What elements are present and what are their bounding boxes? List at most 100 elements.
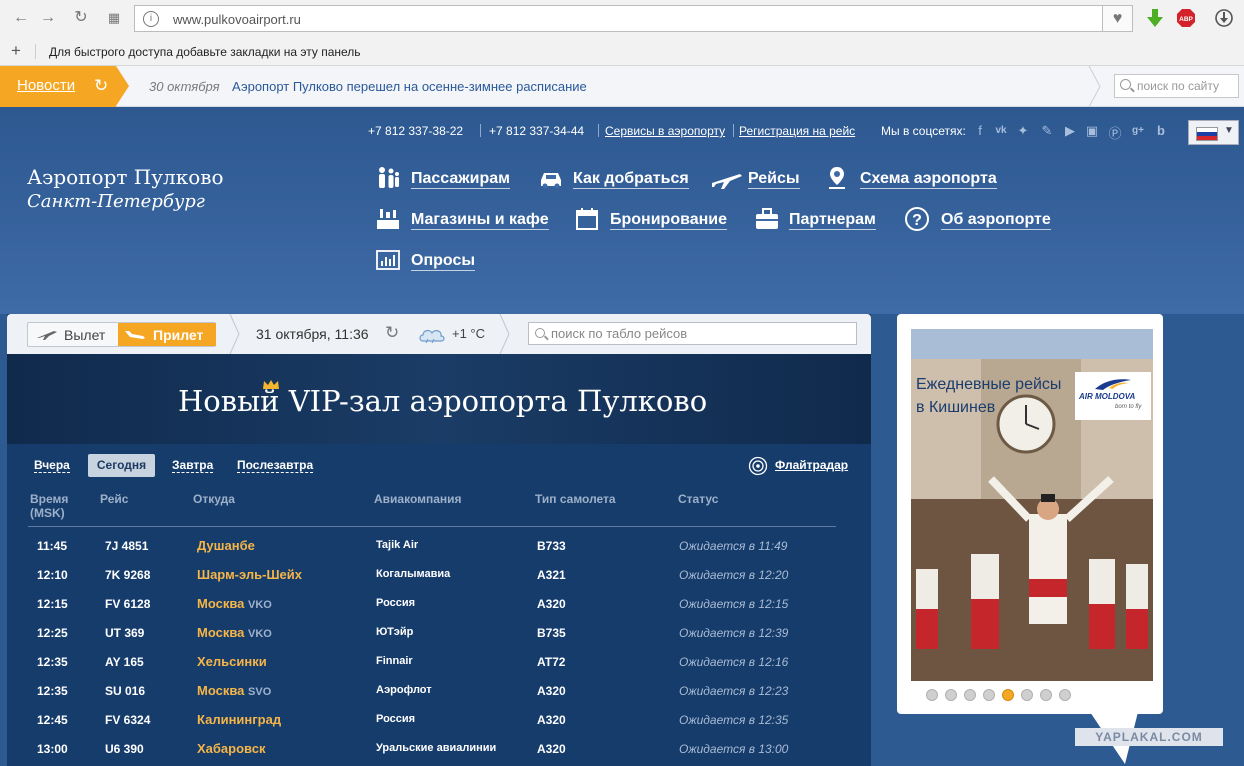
address-bar[interactable]: i www.pulkovoairport.ru	[134, 5, 1103, 32]
table-row[interactable]: 12:10 7K 9268 Шарм-эль-Шейх Когалымавиа …	[7, 567, 871, 597]
city-name[interactable]: Хабаровск	[197, 741, 265, 756]
adblock-icon[interactable]: ABP	[1176, 8, 1196, 28]
tab-label[interactable]: Вчера	[34, 458, 70, 473]
tab-day-after-tomorrow[interactable]: Послезавтра	[237, 458, 314, 473]
logo-city[interactable]: Санкт-Петербург	[27, 191, 205, 212]
flight-number[interactable]: UT 369	[105, 626, 144, 640]
flightradar-label[interactable]: Флайтрадар	[775, 458, 848, 472]
slide-dot-active[interactable]	[1002, 689, 1014, 701]
news-label[interactable]: Новости	[17, 77, 75, 94]
ad-caption-line1[interactable]: Ежедневные рейсы	[916, 373, 1061, 396]
heart-bookmark-icon[interactable]: ♥	[1103, 5, 1133, 32]
download-arrow-icon[interactable]	[1145, 8, 1165, 28]
table-row[interactable]: 12:45 FV 6324 Калининград Россия A320 Ож…	[7, 712, 871, 742]
table-row[interactable]: 13:00 U6 390 Хабаровск Уральские авиалин…	[7, 741, 871, 766]
city-name[interactable]: Москва	[197, 683, 244, 698]
table-row[interactable]: 12:25 UT 369 Москва VKO ЮТэйр B735 Ожида…	[7, 625, 871, 655]
flight-city[interactable]: Москва VKO	[197, 596, 272, 611]
facebook-icon[interactable]: f	[972, 123, 988, 138]
flight-number[interactable]: U6 390	[105, 742, 144, 756]
menu-label[interactable]: Рейсы	[748, 170, 800, 189]
slide-dot[interactable]	[964, 689, 976, 701]
reload-icon[interactable]: ↻	[71, 8, 91, 28]
arrivals-tab[interactable]: Прилет	[118, 323, 216, 346]
departures-label[interactable]: Вылет	[64, 327, 105, 343]
flight-city[interactable]: Калининград	[197, 712, 281, 727]
menu-label[interactable]: Как добраться	[573, 170, 689, 189]
flight-city[interactable]: Москва SVO	[197, 683, 271, 698]
news-headline-link[interactable]: Аэропорт Пулково перешел на осенне-зимне…	[232, 79, 587, 94]
flight-search-input[interactable]: поиск по табло рейсов	[528, 322, 857, 345]
flight-number[interactable]: SU 016	[105, 684, 145, 698]
tab-yesterday[interactable]: Вчера	[34, 458, 70, 473]
city-name[interactable]: Хельсинки	[197, 654, 267, 669]
table-row[interactable]: 12:35 AY 165 Хельсинки Finnair AT72 Ожид…	[7, 654, 871, 684]
flight-city[interactable]: Душанбе	[197, 538, 255, 553]
menu-label[interactable]: Схема аэропорта	[860, 170, 997, 189]
vk-icon[interactable]: vk	[993, 125, 1009, 136]
tab-label[interactable]: Послезавтра	[237, 458, 314, 473]
flight-city[interactable]: Хельсинки	[197, 654, 267, 669]
menu-label[interactable]: Опросы	[411, 252, 476, 271]
table-row[interactable]: 11:45 7J 4851 Душанбе Tajik Air B733 Ожи…	[7, 538, 871, 568]
city-name[interactable]: Душанбе	[197, 538, 255, 553]
slide-dot[interactable]	[983, 689, 995, 701]
arrivals-label[interactable]: Прилет	[153, 327, 203, 343]
menu-label[interactable]: Магазины и кафе	[411, 211, 549, 230]
slide-dot[interactable]	[1059, 689, 1071, 701]
city-name[interactable]: Шарм-эль-Шейх	[197, 567, 302, 582]
menu-label[interactable]: Бронирование	[610, 211, 728, 230]
slide-dot[interactable]	[1040, 689, 1052, 701]
registration-link[interactable]: Регистрация на рейс	[739, 124, 855, 138]
flight-number[interactable]: FV 6324	[105, 713, 150, 727]
slide-dot[interactable]	[945, 689, 957, 701]
googleplus-icon[interactable]: g+	[1130, 125, 1146, 136]
slide-dot[interactable]	[926, 689, 938, 701]
flight-number[interactable]: FV 6128	[105, 597, 150, 611]
back-arrow-icon[interactable]: ←	[11, 8, 31, 28]
flight-city[interactable]: Шарм-эль-Шейх	[197, 567, 302, 582]
menu-label[interactable]: Пассажирам	[411, 170, 510, 189]
ad-caption[interactable]: Ежедневные рейсы в Кишинев	[916, 373, 1061, 419]
add-bookmark-icon[interactable]: +	[11, 41, 21, 61]
site-search-input[interactable]: поиск по сайту	[1114, 74, 1239, 98]
flight-city[interactable]: Хабаровск	[197, 741, 265, 756]
menu-label[interactable]: Партнерам	[789, 211, 876, 230]
url-text[interactable]: www.pulkovoairport.ru	[173, 12, 301, 27]
youtube-icon[interactable]: ▶	[1062, 123, 1078, 139]
flight-number[interactable]: AY 165	[105, 655, 144, 669]
city-name[interactable]: Москва	[197, 596, 244, 611]
pinterest-icon[interactable]: Ⓟ	[1107, 123, 1123, 142]
site-info-icon[interactable]: i	[143, 11, 159, 27]
flight-time: 12:10	[37, 568, 68, 582]
ad-caption-line2[interactable]: в Кишинев	[916, 396, 1061, 419]
flight-number[interactable]: 7J 4851	[105, 539, 148, 553]
save-page-icon[interactable]	[1214, 8, 1234, 28]
news-tab[interactable]: Новости ↻	[0, 66, 129, 107]
instagram-icon[interactable]: ▣	[1084, 123, 1100, 139]
twitter-icon[interactable]: ✦	[1015, 123, 1031, 139]
services-link[interactable]: Сервисы в аэропорту	[605, 124, 725, 138]
departures-tab[interactable]: Вылет	[28, 323, 118, 346]
slide-dot[interactable]	[1021, 689, 1033, 701]
refresh-icon[interactable]: ↻	[94, 76, 108, 96]
banner-title[interactable]: Новый VIP-зал аэропорта Пулково	[178, 384, 707, 418]
logo-title[interactable]: Аэропорт Пулково	[27, 165, 224, 189]
blogger-icon[interactable]: b	[1153, 123, 1169, 138]
table-row[interactable]: 12:15 FV 6128 Москва VKO Россия A320 Ожи…	[7, 596, 871, 626]
apps-grid-icon[interactable]: ▦	[104, 8, 124, 28]
tab-today[interactable]: Сегодня	[88, 454, 155, 477]
city-name[interactable]: Москва	[197, 625, 244, 640]
tab-tomorrow[interactable]: Завтра	[172, 458, 214, 473]
tab-label[interactable]: Завтра	[172, 458, 214, 473]
lj-icon[interactable]: ✎	[1039, 123, 1055, 139]
menu-label[interactable]: Об аэропорте	[941, 211, 1051, 230]
flight-number[interactable]: 7K 9268	[105, 568, 150, 582]
city-name[interactable]: Калининград	[197, 712, 281, 727]
table-row[interactable]: 12:35 SU 016 Москва SVO Аэрофлот A320 Ож…	[7, 683, 871, 713]
forward-arrow-icon[interactable]: →	[38, 8, 58, 28]
refresh-icon[interactable]: ↻	[385, 323, 399, 343]
flight-city[interactable]: Москва VKO	[197, 625, 272, 640]
vip-lounge-banner[interactable]: Новый VIP-зал аэропорта Пулково	[7, 354, 871, 444]
language-selector[interactable]: ▼	[1188, 120, 1239, 145]
